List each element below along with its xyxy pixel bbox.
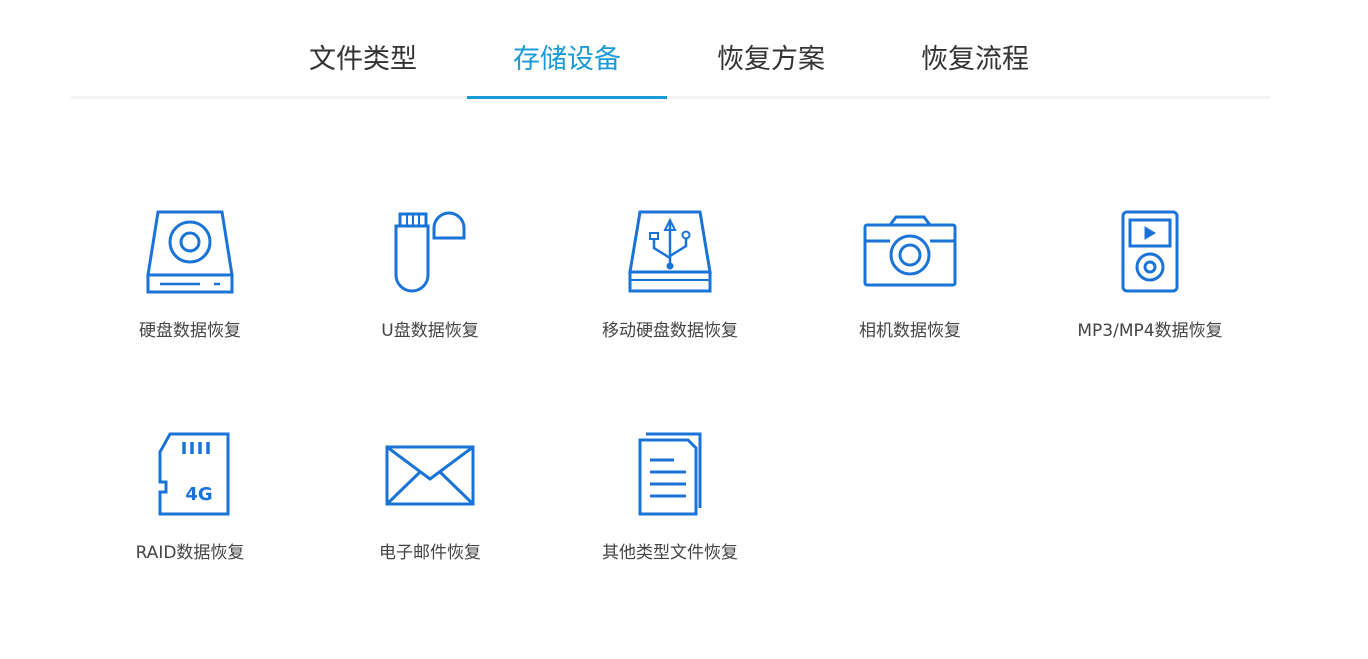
capacity-text: 4G [185,484,212,505]
tab-bar: 文件类型 存储设备 恢复方案 恢复流程 [70,0,1270,99]
device-tile-external-drive[interactable]: 移动硬盘数据恢复 [550,200,790,370]
usb-drive-icon [380,200,480,300]
device-tile-email[interactable]: 电子邮件恢复 [310,422,550,592]
device-label: MP3/MP4数据恢复 [1077,321,1223,341]
device-tile-hard-disk[interactable]: 硬盘数据恢复 [70,200,310,370]
sd-card-icon: 4G [140,422,240,522]
tab-storage-devices[interactable]: 存储设备 [467,40,667,99]
device-tile-usb-drive[interactable]: U盘数据恢复 [310,200,550,370]
camera-icon [860,200,960,300]
device-label: 电子邮件恢复 [379,543,481,563]
device-label: 移动硬盘数据恢复 [602,321,738,341]
device-tile-media-player[interactable]: MP3/MP4数据恢复 [1030,200,1270,370]
external-drive-icon [620,200,720,300]
device-label: 相机数据恢复 [859,321,961,341]
device-label: RAID数据恢复 [135,543,245,563]
device-tile-other-files[interactable]: 其他类型文件恢复 [550,422,790,592]
tab-file-types[interactable]: 文件类型 [263,40,463,96]
device-label: 硬盘数据恢复 [139,321,241,341]
envelope-icon [380,422,480,522]
device-tile-camera[interactable]: 相机数据恢复 [790,200,1030,370]
device-label: U盘数据恢复 [381,321,479,341]
tab-recovery-process[interactable]: 恢复流程 [875,40,1075,96]
tab-recovery-plans[interactable]: 恢复方案 [671,40,871,96]
document-icon [620,422,720,522]
device-label: 其他类型文件恢复 [602,543,738,563]
media-player-icon [1100,200,1200,300]
hard-disk-icon [140,200,240,300]
device-tile-raid[interactable]: 4G RAID数据恢复 [70,422,310,592]
